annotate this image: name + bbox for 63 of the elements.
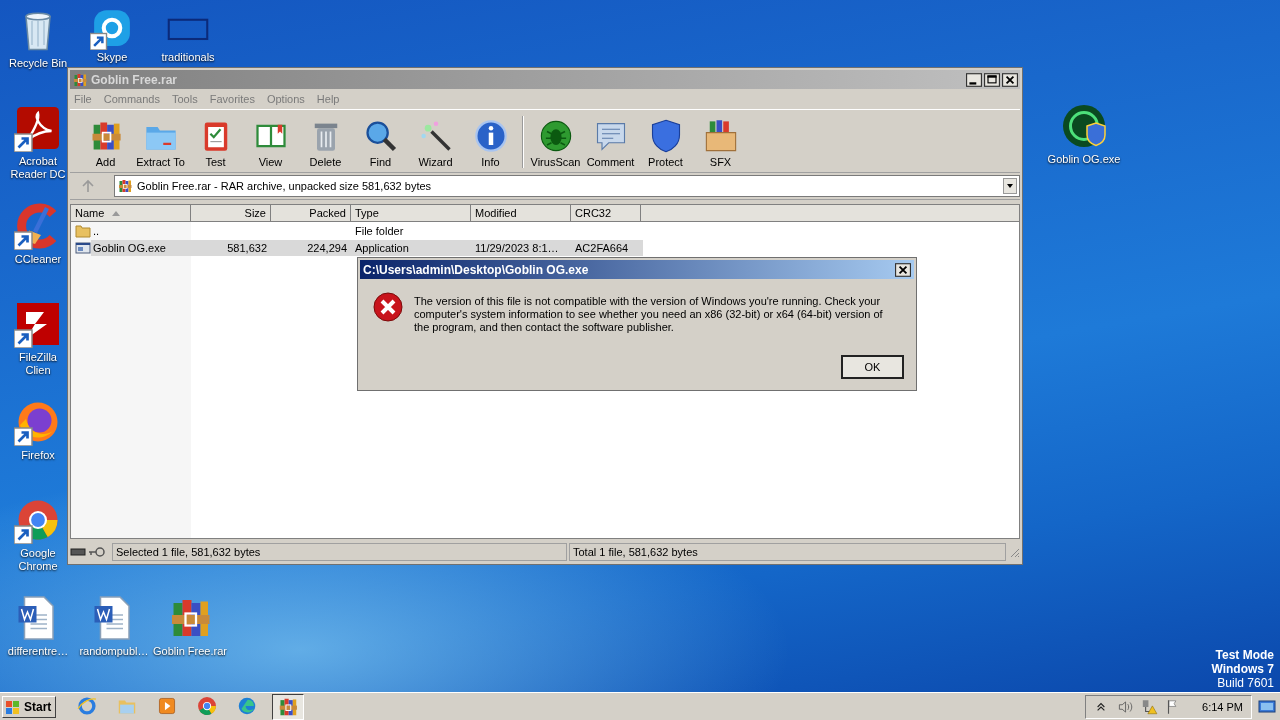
status-text: Selected 1 file, 581,632 bytes [112, 543, 567, 561]
icon-label: CCleaner [14, 253, 62, 266]
icon-label: Goblin Free.rar [153, 645, 227, 658]
toolbar-button[interactable]: Find [353, 118, 408, 172]
column-header[interactable]: Packed [271, 205, 351, 222]
dialog-title: C:\Users\admin\Desktop\Goblin OG.exe [363, 262, 589, 277]
column-header[interactable]: CRC32 [571, 205, 641, 222]
icon-label: FileZilla Clien [18, 351, 58, 377]
column-header[interactable]: Type [351, 205, 471, 222]
watermark-text: Windows 7 [1211, 662, 1274, 676]
app-tile-icon[interactable] [14, 300, 62, 348]
status-text: Total 1 file, 581,632 bytes [569, 543, 1006, 561]
application-icon [75, 239, 91, 256]
icon-label: Acrobat Reader DC [9, 155, 67, 181]
icon-label: traditionals [161, 51, 215, 64]
column-header[interactable]: Name [71, 205, 191, 222]
toolbar-button[interactable]: Protect [638, 118, 693, 172]
clock[interactable]: 6:14 PM [1202, 700, 1243, 713]
archive-icon [72, 71, 88, 88]
toolbar-button[interactable]: Add [78, 118, 133, 172]
network-warning-icon[interactable] [1140, 697, 1159, 716]
window-title: Goblin Free.rar [91, 72, 179, 87]
address-field[interactable]: Goblin Free.rar - RAR archive, unpacked size 581,632 bytes [114, 175, 1020, 197]
show-desktop-icon[interactable] [1258, 698, 1276, 715]
toolbar-button[interactable]: Comment [583, 118, 638, 172]
folder-icon [75, 222, 91, 239]
watermark-text: Test Mode [1215, 648, 1274, 662]
toolbar-button[interactable]: Delete [298, 118, 353, 172]
close-button[interactable] [1002, 72, 1018, 87]
icon-label: Recycle Bin [8, 57, 68, 70]
error-message: The version of this file is not compatible with the version of Windows you're running. Check your computer's system information to see whether you need an x86 (32-bit) or x64 (64-bit) version of the program, and then contact the software publisher. [414, 295, 884, 334]
toolbar-button[interactable]: Extract To [133, 118, 188, 172]
toolbar-button[interactable]: SFX [693, 118, 748, 172]
toolbar-button[interactable]: VirusScan [528, 118, 583, 172]
resize-grip-icon[interactable] [1008, 546, 1020, 558]
icon-label: Skype [96, 51, 128, 64]
toolbar-button[interactable]: Info [463, 118, 518, 172]
minimize-button[interactable] [966, 72, 982, 87]
icon-label: Google Chrome [17, 547, 59, 573]
document-app-icon[interactable] [14, 104, 62, 152]
drive-key-icon [70, 546, 106, 558]
icon-label: Goblin OG.exe [1047, 153, 1121, 166]
shield-globe-icon[interactable] [1060, 102, 1108, 150]
start-button[interactable]: Start [2, 695, 57, 718]
maximize-button[interactable] [984, 72, 1000, 87]
archive-icon [117, 178, 133, 194]
toolbar-button[interactable]: Test [188, 118, 243, 172]
toolbar-button[interactable]: Wizard [408, 118, 463, 172]
column-header[interactable]: Size [191, 205, 271, 222]
file-row[interactable]: Goblin OG.exe 581,632 224,294 Application 11/29/2023 8:1… AC2FA664 [91, 239, 643, 256]
icon-label: Firefox [21, 449, 55, 462]
watermark-text: Build 7601 [1217, 676, 1274, 690]
archive-icon[interactable] [272, 693, 305, 720]
windows-logo-icon [5, 698, 21, 715]
file-row[interactable]: .. File folder [91, 222, 643, 239]
column-header[interactable]: Modified [471, 205, 571, 222]
icon-label: differentre… [7, 645, 69, 658]
ok-button[interactable]: OK [841, 355, 904, 379]
close-button[interactable] [895, 262, 911, 277]
info-icon [472, 118, 509, 154]
icon-label: randompubl… [79, 645, 149, 658]
error-icon [372, 291, 404, 323]
toolbar-button[interactable]: View [243, 118, 298, 172]
